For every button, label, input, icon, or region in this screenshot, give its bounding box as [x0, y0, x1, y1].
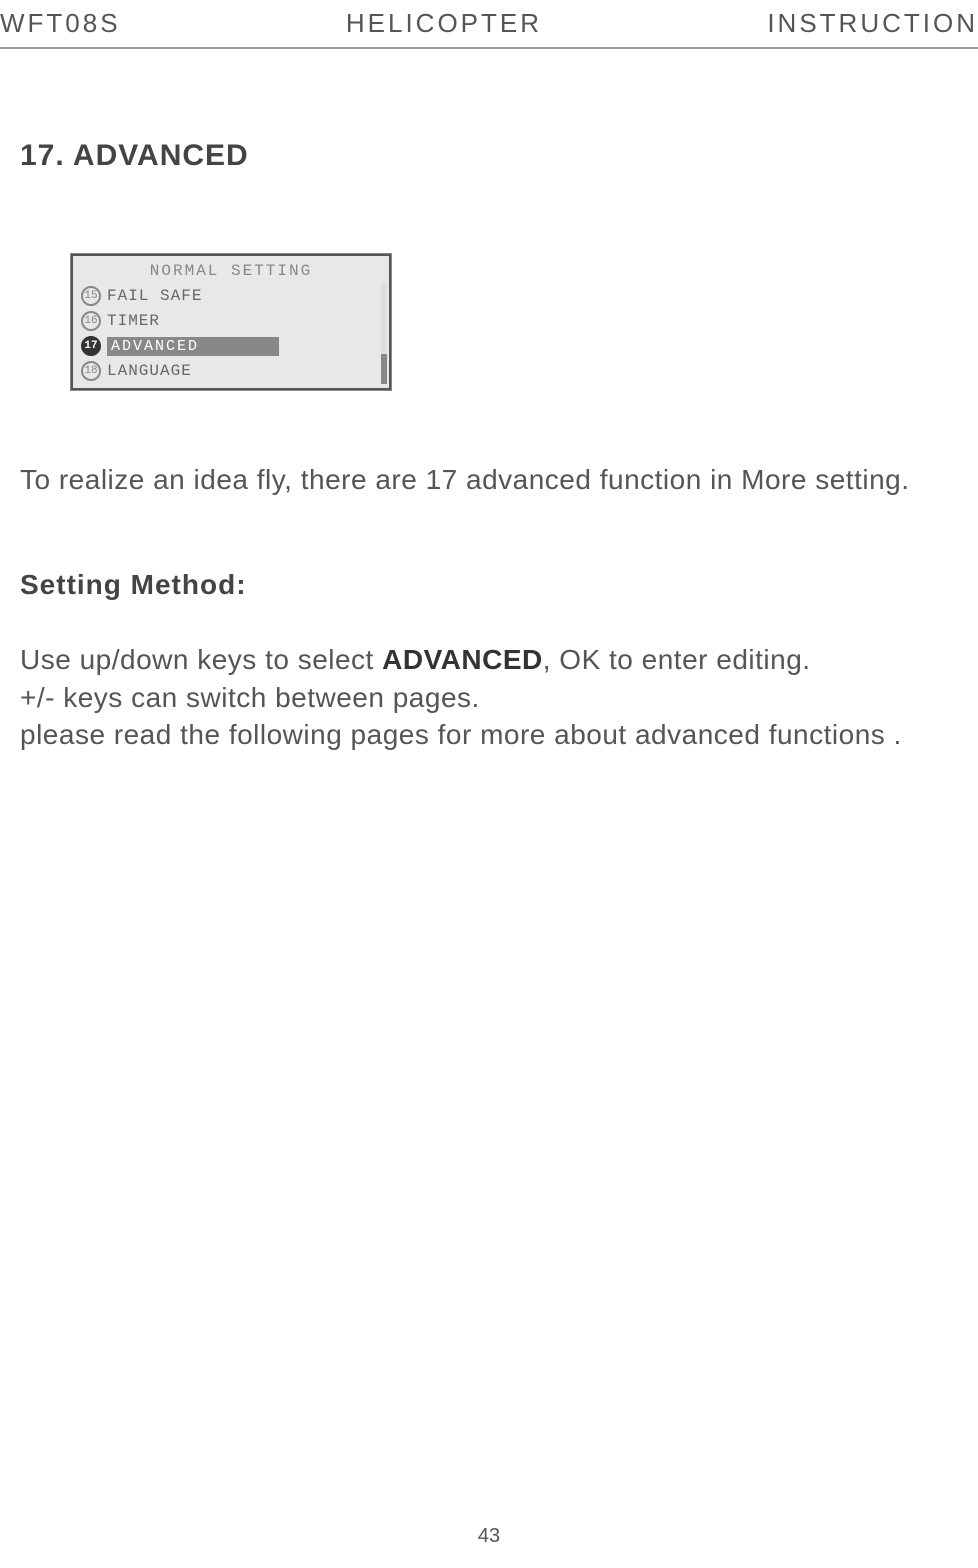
- header-doc-type: INSTRUCTION: [767, 8, 978, 39]
- header-model: WFT08S: [0, 8, 121, 39]
- method-line1-bold: ADVANCED: [382, 644, 543, 675]
- lcd-menu-item: 18 LANGUAGE: [77, 359, 385, 383]
- section-title: 17. ADVANCED: [20, 139, 948, 173]
- lcd-scrollbar: [381, 284, 387, 384]
- lcd-scrollthumb: [381, 354, 387, 384]
- lcd-item-number: 18: [81, 361, 101, 381]
- lcd-item-label: LANGUAGE: [107, 362, 192, 380]
- lcd-item-label-selected: ADVANCED: [107, 337, 279, 356]
- intro-paragraph: To realize an idea fly, there are 17 adv…: [20, 461, 948, 499]
- method-line1-post: , OK to enter editing.: [543, 644, 811, 675]
- method-line2: +/- keys can switch between pages.: [20, 682, 480, 713]
- method-paragraph: Use up/down keys to select ADVANCED, OK …: [20, 641, 948, 754]
- header-category: HELICOPTER: [346, 8, 542, 39]
- lcd-menu-title: NORMAL SETTING: [77, 262, 385, 280]
- page-content: 17. ADVANCED NORMAL SETTING 15 FAIL SAFE…: [0, 49, 978, 754]
- lcd-menu-item: 16 TIMER: [77, 309, 385, 333]
- page-number: 43: [478, 1525, 500, 1548]
- lcd-inner: NORMAL SETTING 15 FAIL SAFE 16 TIMER 17 …: [71, 254, 391, 390]
- lcd-item-number-selected: 17: [81, 336, 101, 356]
- lcd-item-label: TIMER: [107, 312, 160, 330]
- lcd-menu-item: 15 FAIL SAFE: [77, 284, 385, 308]
- lcd-menu-item-selected: 17 ADVANCED: [77, 334, 385, 358]
- lcd-item-label: FAIL SAFE: [107, 287, 202, 305]
- page-header: WFT08S HELICOPTER INSTRUCTION: [0, 0, 978, 49]
- subsection-title: Setting Method:: [20, 569, 948, 601]
- method-line1-pre: Use up/down keys to select: [20, 644, 382, 675]
- lcd-item-number: 16: [81, 311, 101, 331]
- method-line3: please read the following pages for more…: [20, 719, 902, 750]
- lcd-item-number: 15: [81, 286, 101, 306]
- lcd-screenshot: NORMAL SETTING 15 FAIL SAFE 16 TIMER 17 …: [70, 253, 392, 391]
